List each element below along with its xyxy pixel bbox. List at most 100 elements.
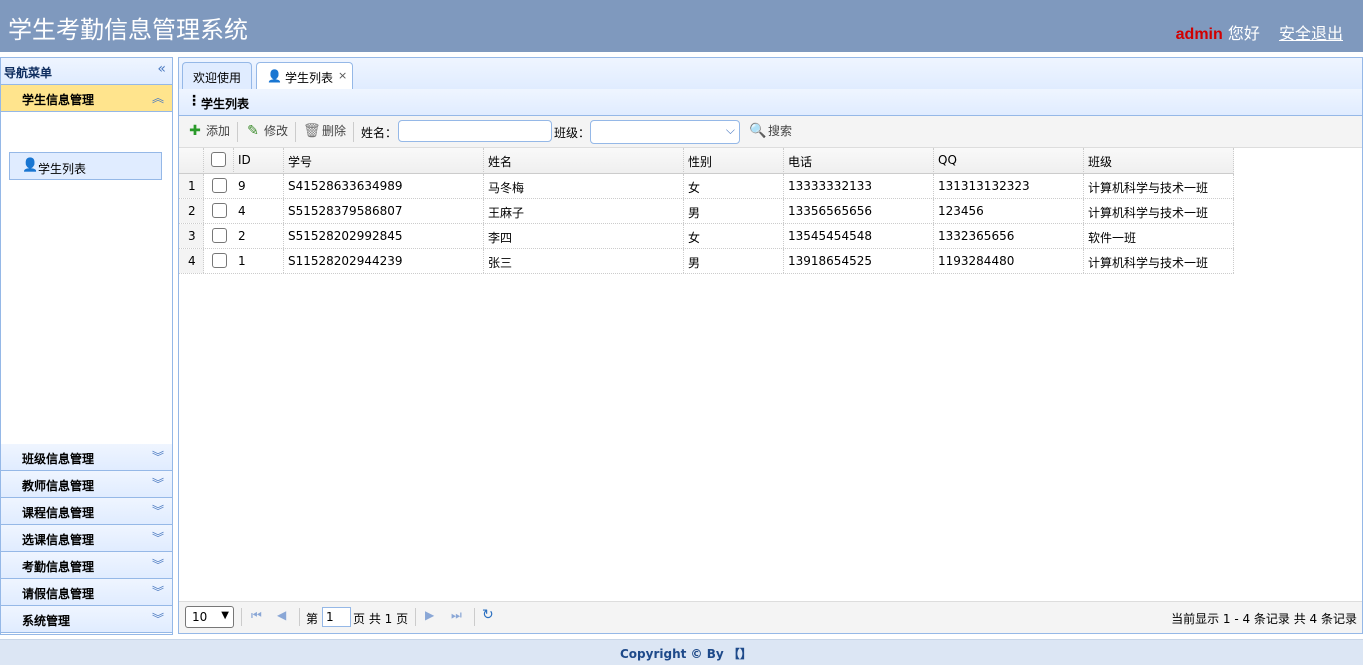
table-row[interactable]: 3 2 S51528202992845 李四 女 13545454548 133…: [179, 224, 1234, 249]
chevron-down-icon[interactable]: ︾: [152, 475, 164, 492]
accordion-leave-management[interactable]: 请假信息管理 ︾: [1, 579, 172, 606]
table-row[interactable]: 2 4 S51528379586807 王麻子 男 13356565656 12…: [179, 199, 1234, 224]
column-header-label: 电话: [788, 155, 813, 169]
edit-button[interactable]: ✎ 修改: [245, 122, 288, 139]
pager-divider: [415, 608, 416, 626]
table-row[interactable]: 4 1 S11528202944239 张三 男 13918654525 119…: [179, 249, 1234, 274]
tab-student-list[interactable]: 👤 学生列表 ×: [256, 62, 353, 90]
cell-text: 4: [238, 204, 246, 218]
accordion-label: 考勤信息管理: [22, 560, 95, 574]
cell-text: 女: [688, 231, 701, 245]
row-number: 4: [179, 249, 204, 273]
cell-text: 1332365656: [938, 229, 1015, 243]
name-label: 姓名：: [361, 126, 398, 140]
trash-icon: 🗑: [303, 123, 321, 139]
cell-qq: 1332365656: [934, 224, 1084, 248]
row-checkbox[interactable]: [212, 203, 227, 218]
cell-phone: 13356565656: [784, 199, 934, 223]
collapse-left-icon[interactable]: «: [157, 61, 166, 77]
cell-class: 软件一班: [1084, 224, 1234, 248]
user-area: admin 您好 安全退出: [1176, 20, 1343, 44]
accordion-body: 👤 学生列表: [1, 112, 172, 446]
cell-text: 9: [238, 179, 246, 193]
chevron-down-icon[interactable]: ︾: [152, 529, 164, 546]
refresh-icon[interactable]: ↻: [482, 607, 494, 623]
main-panel: 欢迎使用 👤 学生列表 × ⋮ 学生列表 ✚ 添加 ✎ 修改 🗑删除 姓名： 班级：: [178, 57, 1363, 634]
tab-welcome[interactable]: 欢迎使用: [182, 62, 252, 89]
pager-divider: [474, 608, 475, 626]
menu-item-student-list[interactable]: 👤 学生列表: [9, 152, 162, 180]
chevron-down-icon: ⌵: [725, 123, 735, 137]
accordion-label: 系统管理: [22, 614, 71, 628]
logout-link[interactable]: 安全退出: [1279, 24, 1343, 43]
chevron-down-icon[interactable]: ︾: [152, 448, 164, 465]
tabs-bar: 欢迎使用 👤 学生列表 ×: [179, 58, 1362, 90]
accordion-label: 学生信息管理: [22, 93, 95, 107]
delete-button[interactable]: 🗑删除: [303, 122, 346, 139]
row-checkbox[interactable]: [212, 178, 227, 193]
column-header-qq[interactable]: QQ: [934, 148, 1084, 172]
greeting-text: 您好: [1227, 24, 1260, 43]
accordion-student-management[interactable]: 学生信息管理 ︽: [1, 85, 172, 112]
column-header-phone[interactable]: 电话: [784, 148, 934, 172]
column-header-label: 性别: [688, 155, 713, 169]
cell-name: 李四: [484, 224, 684, 248]
accordion-label: 班级信息管理: [22, 452, 95, 466]
add-button[interactable]: ✚ 添加: [187, 122, 230, 139]
cell-text: 131313132323: [938, 179, 1030, 193]
column-header-label: 姓名: [488, 155, 513, 169]
search-button[interactable]: 🔍 搜索: [749, 122, 792, 139]
add-icon: ✚: [189, 123, 201, 139]
cell-name: 马冬梅: [484, 174, 684, 198]
search-icon: 🔍: [749, 123, 767, 139]
cell-phone: 13918654525: [784, 249, 934, 273]
last-page-icon[interactable]: ⏭: [451, 608, 462, 623]
page-size-value: 10: [192, 610, 208, 624]
cell-name: 张三: [484, 249, 684, 273]
accordion-class-management[interactable]: 班级信息管理 ︾: [1, 444, 172, 471]
close-icon[interactable]: ×: [338, 69, 347, 82]
accordion-label: 教师信息管理: [22, 479, 95, 493]
row-checkbox[interactable]: [212, 253, 227, 268]
accordion-course-management[interactable]: 课程信息管理 ︾: [1, 498, 172, 525]
page-prefix: 第: [306, 612, 319, 626]
page-size-select[interactable]: 10 ▼: [185, 606, 234, 628]
cell-text: S11528202944239: [288, 254, 403, 268]
navigation-panel-header: 导航菜单 «: [1, 58, 172, 85]
accordion-selection-management[interactable]: 选课信息管理 ︾: [1, 525, 172, 552]
column-header-student-no[interactable]: 学号: [284, 148, 484, 172]
class-select[interactable]: ⌵: [590, 120, 740, 144]
page-number-input[interactable]: 1: [322, 607, 351, 627]
column-header-gender[interactable]: 性别: [684, 148, 784, 172]
accordion-teacher-management[interactable]: 教师信息管理 ︾: [1, 471, 172, 498]
app-title: 学生考勤信息管理系统: [8, 16, 248, 44]
pager-divider: [299, 608, 300, 626]
chevron-down-icon[interactable]: ︾: [152, 502, 164, 519]
column-header-name[interactable]: 姓名: [484, 148, 684, 172]
chevron-down-icon[interactable]: ︾: [152, 556, 164, 573]
cell-text: 李四: [488, 231, 513, 245]
chevron-up-icon[interactable]: ︽: [152, 89, 164, 106]
accordion-attendance-management[interactable]: 考勤信息管理 ︾: [1, 552, 172, 579]
previous-page-icon[interactable]: ◀: [277, 608, 286, 622]
vertical-dots-icon: ⋮: [187, 93, 201, 109]
select-all-checkbox[interactable]: [211, 152, 226, 167]
cell-student-no: S51528379586807: [284, 199, 484, 223]
page-suffix: 页 共 1 页: [353, 612, 409, 626]
footer: Copyright © By 【】: [0, 639, 1363, 665]
tab-label: 学生列表: [285, 71, 334, 85]
cell-text: 13918654525: [788, 254, 872, 268]
first-page-icon[interactable]: ⏮: [251, 608, 262, 623]
chevron-down-icon[interactable]: ︾: [152, 610, 164, 627]
name-input[interactable]: [398, 120, 552, 142]
column-header-class[interactable]: 班级: [1084, 148, 1234, 172]
next-page-icon[interactable]: ▶: [425, 608, 434, 622]
row-checkbox[interactable]: [212, 228, 227, 243]
table-header: ID 学号 姓名 性别 电话 QQ 班级: [179, 148, 1234, 174]
column-header-id[interactable]: ID: [234, 148, 284, 172]
table-row[interactable]: 1 9 S41528633634989 马冬梅 女 13333332133 13…: [179, 174, 1234, 199]
cell-text: 13356565656: [788, 204, 872, 218]
accordion-system-management[interactable]: 系统管理 ︾: [1, 606, 172, 633]
add-button-label: 添加: [206, 124, 231, 138]
chevron-down-icon[interactable]: ︾: [152, 583, 164, 600]
